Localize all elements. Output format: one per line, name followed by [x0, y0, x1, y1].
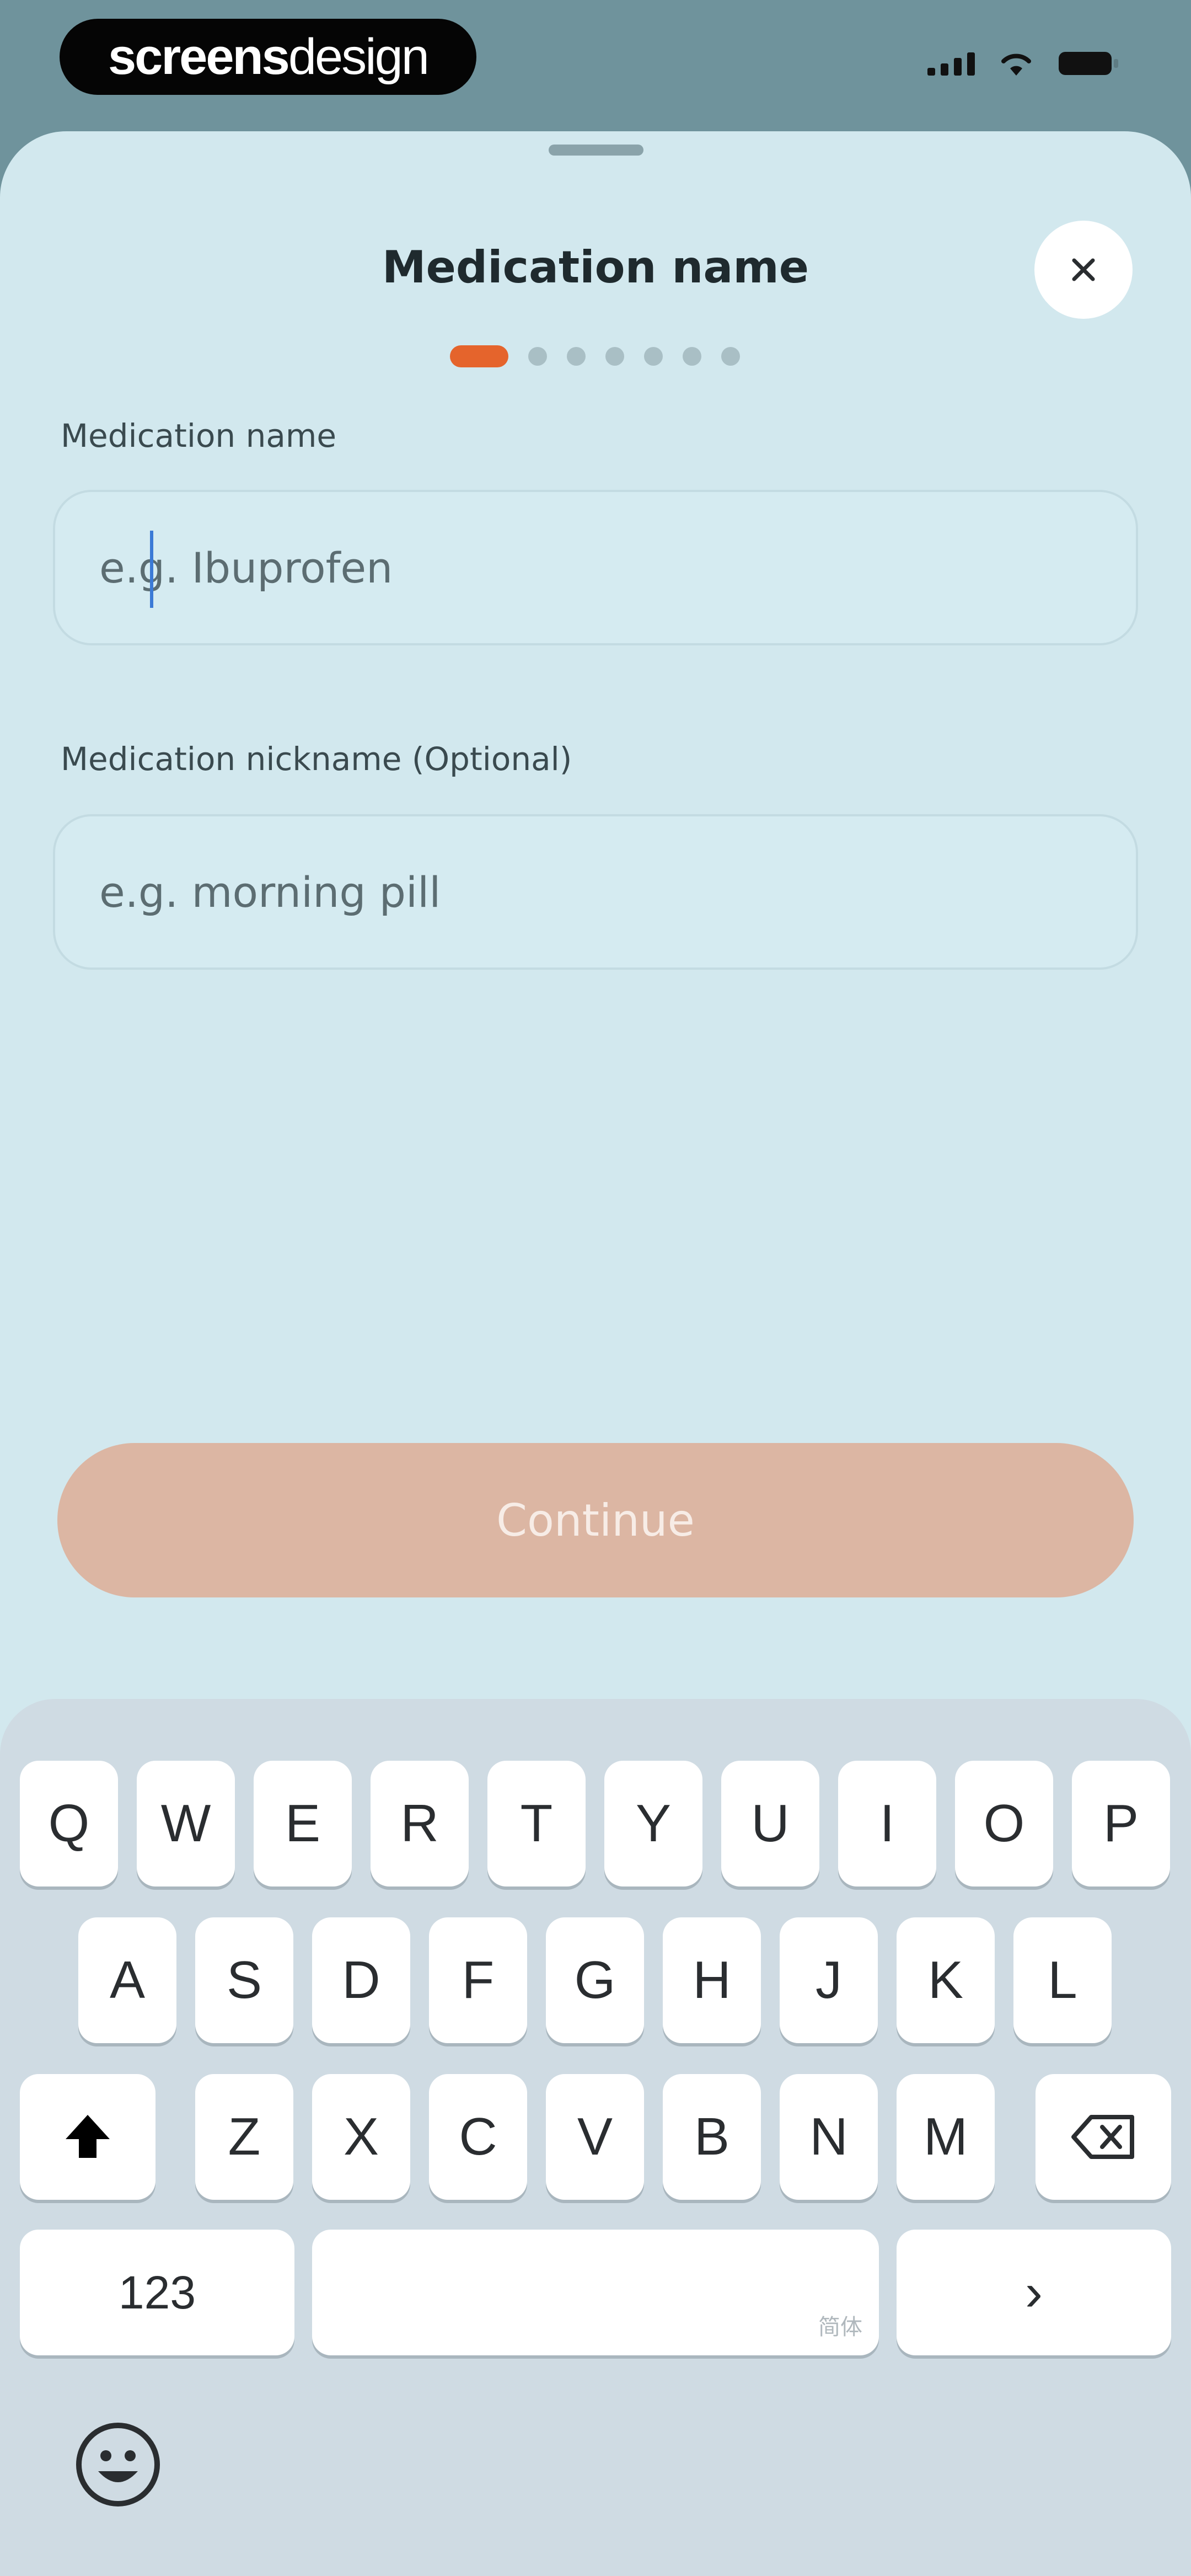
- step-dot: [528, 347, 547, 366]
- emoji-button[interactable]: [76, 2423, 160, 2506]
- step-dot: [721, 347, 740, 366]
- cellular-signal-icon: [927, 51, 975, 76]
- step-dot: [567, 347, 586, 366]
- key-r[interactable]: R: [371, 1761, 469, 1886]
- sheet-grabber[interactable]: [549, 145, 643, 156]
- key-s[interactable]: S: [195, 1917, 293, 2043]
- return-key[interactable]: ›: [897, 2230, 1171, 2355]
- screen: screens design Medication name Medicatio…: [0, 0, 1191, 2576]
- key-f[interactable]: F: [429, 1917, 527, 2043]
- close-icon: [1072, 258, 1095, 281]
- medication-nickname-label: Medication nickname (Optional): [61, 740, 572, 778]
- key-z[interactable]: Z: [195, 2074, 293, 2200]
- key-d[interactable]: D: [312, 1917, 410, 2043]
- key-x[interactable]: X: [312, 2074, 410, 2200]
- key-p[interactable]: P: [1072, 1761, 1170, 1886]
- status-icons: [927, 50, 1119, 77]
- status-bar: screens design: [0, 0, 1191, 127]
- key-q[interactable]: Q: [20, 1761, 118, 1886]
- wifi-icon: [999, 50, 1033, 77]
- key-a[interactable]: A: [78, 1917, 176, 2043]
- numbers-key[interactable]: 123: [20, 2230, 294, 2355]
- key-k[interactable]: K: [897, 1917, 995, 2043]
- key-v[interactable]: V: [546, 2074, 644, 2200]
- backspace-icon: [1071, 2115, 1134, 2159]
- key-n[interactable]: N: [780, 2074, 878, 2200]
- key-i[interactable]: I: [838, 1761, 936, 1886]
- step-dot-active: [450, 345, 508, 367]
- battery-icon: [1058, 50, 1119, 77]
- key-y[interactable]: Y: [604, 1761, 702, 1886]
- key-u[interactable]: U: [721, 1761, 819, 1886]
- keyboard: Q W E R T Y U I O P A S D F G H J K L Z …: [0, 1699, 1191, 2576]
- backspace-key[interactable]: [1036, 2074, 1171, 2200]
- space-key[interactable]: 简体: [312, 2230, 879, 2355]
- key-j[interactable]: J: [780, 1917, 878, 2043]
- key-h[interactable]: H: [663, 1917, 761, 2043]
- key-t[interactable]: T: [487, 1761, 586, 1886]
- emoji-icon: [98, 2450, 138, 2482]
- key-l[interactable]: L: [1013, 1917, 1112, 2043]
- medication-name-label: Medication name: [61, 417, 337, 455]
- key-c[interactable]: C: [429, 2074, 527, 2200]
- medication-name-input[interactable]: [99, 543, 1136, 592]
- key-e[interactable]: E: [254, 1761, 352, 1886]
- medication-nickname-field[interactable]: [53, 814, 1138, 970]
- key-o[interactable]: O: [955, 1761, 1053, 1886]
- step-dot: [605, 347, 624, 366]
- brand-logo-light: design: [288, 28, 430, 85]
- shift-icon: [66, 2115, 110, 2158]
- step-dot: [644, 347, 663, 366]
- brand-logo-bold: screens: [108, 28, 290, 85]
- brand-logo: screens design: [60, 19, 476, 95]
- text-caret: [150, 531, 153, 608]
- step-dot: [683, 347, 701, 366]
- key-g[interactable]: G: [546, 1917, 644, 2043]
- key-b[interactable]: B: [663, 2074, 761, 2200]
- medication-name-field[interactable]: [53, 490, 1138, 645]
- space-key-hint: 简体: [818, 2315, 862, 2339]
- sheet-title: Medication name: [382, 242, 809, 293]
- close-button[interactable]: [1034, 221, 1133, 319]
- progress-stepper: [450, 345, 740, 367]
- shift-key[interactable]: [20, 2074, 155, 2200]
- key-w[interactable]: W: [137, 1761, 235, 1886]
- key-m[interactable]: M: [897, 2074, 995, 2200]
- continue-button[interactable]: Continue: [57, 1443, 1134, 1597]
- medication-nickname-input[interactable]: [99, 867, 1136, 917]
